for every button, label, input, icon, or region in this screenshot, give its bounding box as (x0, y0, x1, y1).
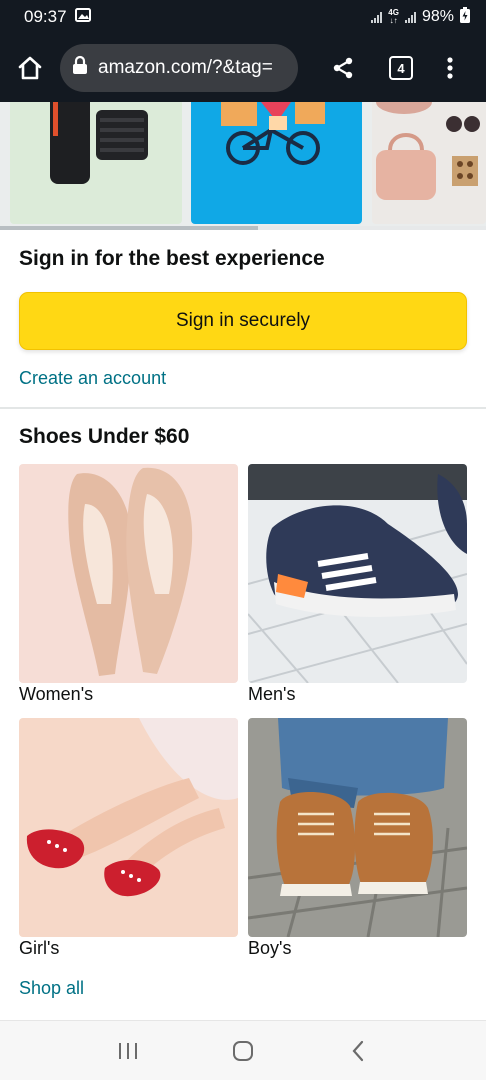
recent-apps-icon (118, 1042, 137, 1059)
create-account-link[interactable]: Create an account (19, 368, 166, 389)
home-circle-icon (232, 1040, 253, 1061)
tab-switcher-button[interactable]: 4 (388, 34, 414, 102)
system-navigation-bar (0, 1020, 486, 1080)
share-icon (333, 57, 353, 79)
signin-card: Sign in for the best experience Sign in … (0, 232, 486, 408)
accessories-image (376, 102, 480, 200)
signin-button[interactable]: Sign in securely (19, 292, 467, 350)
signal-strength-icon (371, 11, 383, 23)
recent-apps-button[interactable] (108, 1031, 148, 1071)
girls-tile-label[interactable]: Girl's (19, 938, 59, 959)
shoes-section-title: Shoes Under $60 (19, 425, 190, 448)
shop-all-link[interactable]: Shop all (19, 978, 84, 999)
womens-shoes-image (68, 467, 193, 676)
boys-shoes-image (248, 718, 467, 937)
boys-shoes-tile[interactable] (248, 718, 467, 937)
address-bar[interactable]: amazon.com/?&tag= (60, 44, 298, 92)
tab-count: 4 (389, 56, 413, 80)
womens-tile-label[interactable]: Women's (19, 684, 93, 705)
mens-tile-label[interactable]: Men's (248, 684, 295, 705)
more-options-button[interactable] (414, 34, 486, 102)
portable-ssd-image (50, 102, 148, 184)
battery-percent: 98% (421, 8, 454, 25)
network-type-label: 4G ↓↑ (388, 8, 399, 25)
lock-icon (72, 55, 88, 81)
share-button[interactable] (298, 34, 388, 102)
status-bar: 09:37 4G ↓↑ 98% (0, 0, 486, 34)
girls-shoes-image (26, 718, 238, 897)
boys-tile-label[interactable]: Boy's (248, 938, 291, 959)
home-icon (18, 56, 42, 80)
girls-shoes-tile[interactable] (19, 718, 238, 937)
back-chevron-icon (352, 1040, 364, 1061)
carousel-card-portable-ssd[interactable] (10, 102, 182, 224)
home-nav-button[interactable] (223, 1031, 263, 1071)
signal-strength-icon-2 (404, 11, 416, 23)
mens-shoes-tile[interactable] (248, 464, 467, 683)
back-button[interactable] (338, 1031, 378, 1071)
battery-charging-icon (460, 6, 470, 28)
signin-title: Sign in for the best experience (19, 247, 325, 270)
mens-shoes-image (248, 464, 467, 683)
url-text: amazon.com/?&tag= (98, 57, 273, 78)
gallery-notification-icon (74, 7, 91, 27)
more-vertical-icon (447, 57, 453, 79)
carousel-card-accessories[interactable] (372, 102, 486, 224)
carousel-scroll-thumb[interactable] (0, 226, 258, 230)
status-time: 09:37 (24, 7, 67, 26)
hero-carousel[interactable] (0, 102, 486, 230)
section-divider (0, 407, 486, 409)
home-button[interactable] (0, 34, 60, 102)
bicycle-illustration (221, 102, 325, 165)
browser-toolbar: amazon.com/?&tag= 4 (0, 34, 486, 102)
carousel-card-bicycle[interactable] (191, 102, 362, 224)
womens-shoes-tile[interactable] (19, 464, 238, 683)
